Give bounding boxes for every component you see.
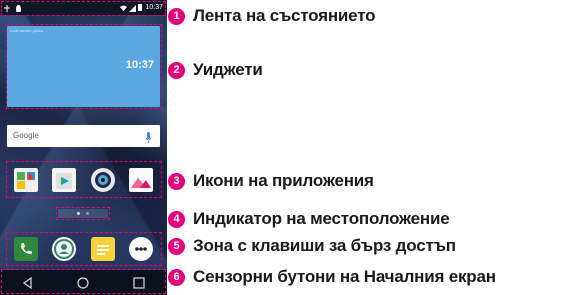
callout-touch-buttons: 6 Сензорни бутони на Началния екран <box>168 267 496 287</box>
callout-label: Икони на приложения <box>193 171 374 190</box>
callout-frame-location-indicator <box>56 207 110 220</box>
callout-location-indicator: 4 Индикатор на местоположение <box>168 209 450 229</box>
callout-number: 4 <box>168 210 185 228</box>
callout-number: 5 <box>168 237 185 255</box>
google-search-bar[interactable]: Google <box>7 125 160 147</box>
callout-frame-app-icons <box>6 161 162 198</box>
callout-number: 2 <box>168 61 185 79</box>
callout-label: Уиджети <box>193 60 263 79</box>
callout-app-icons: 3 Икони на приложения <box>168 171 374 191</box>
callout-widgets: 2 Уиджети <box>168 60 263 80</box>
callout-number: 1 <box>168 7 185 25</box>
callout-frame-status-bar <box>1 1 166 16</box>
callout-label: Зона с клавиши за бърз достъп <box>193 236 456 255</box>
callout-frame-touch-buttons <box>1 269 166 294</box>
phone-screenshot: 10:37 Lock screen photo 10:37 Google <box>0 0 167 295</box>
callout-number: 3 <box>168 172 185 190</box>
callout-number: 6 <box>168 268 185 286</box>
callout-label: Лента на състоянието <box>193 6 376 25</box>
callout-frame-quick-keys <box>6 232 162 266</box>
callout-label: Индикатор на местоположение <box>193 209 450 228</box>
callout-label: Сензорни бутони на Началния екран <box>193 267 496 286</box>
callout-quick-keys: 5 Зона с клавиши за бърз достъп <box>168 236 456 256</box>
google-logo: Google <box>13 131 39 140</box>
microphone-icon[interactable] <box>145 130 152 143</box>
callout-status-bar: 1 Лента на състоянието <box>168 6 375 26</box>
callout-frame-widgets <box>6 24 162 109</box>
